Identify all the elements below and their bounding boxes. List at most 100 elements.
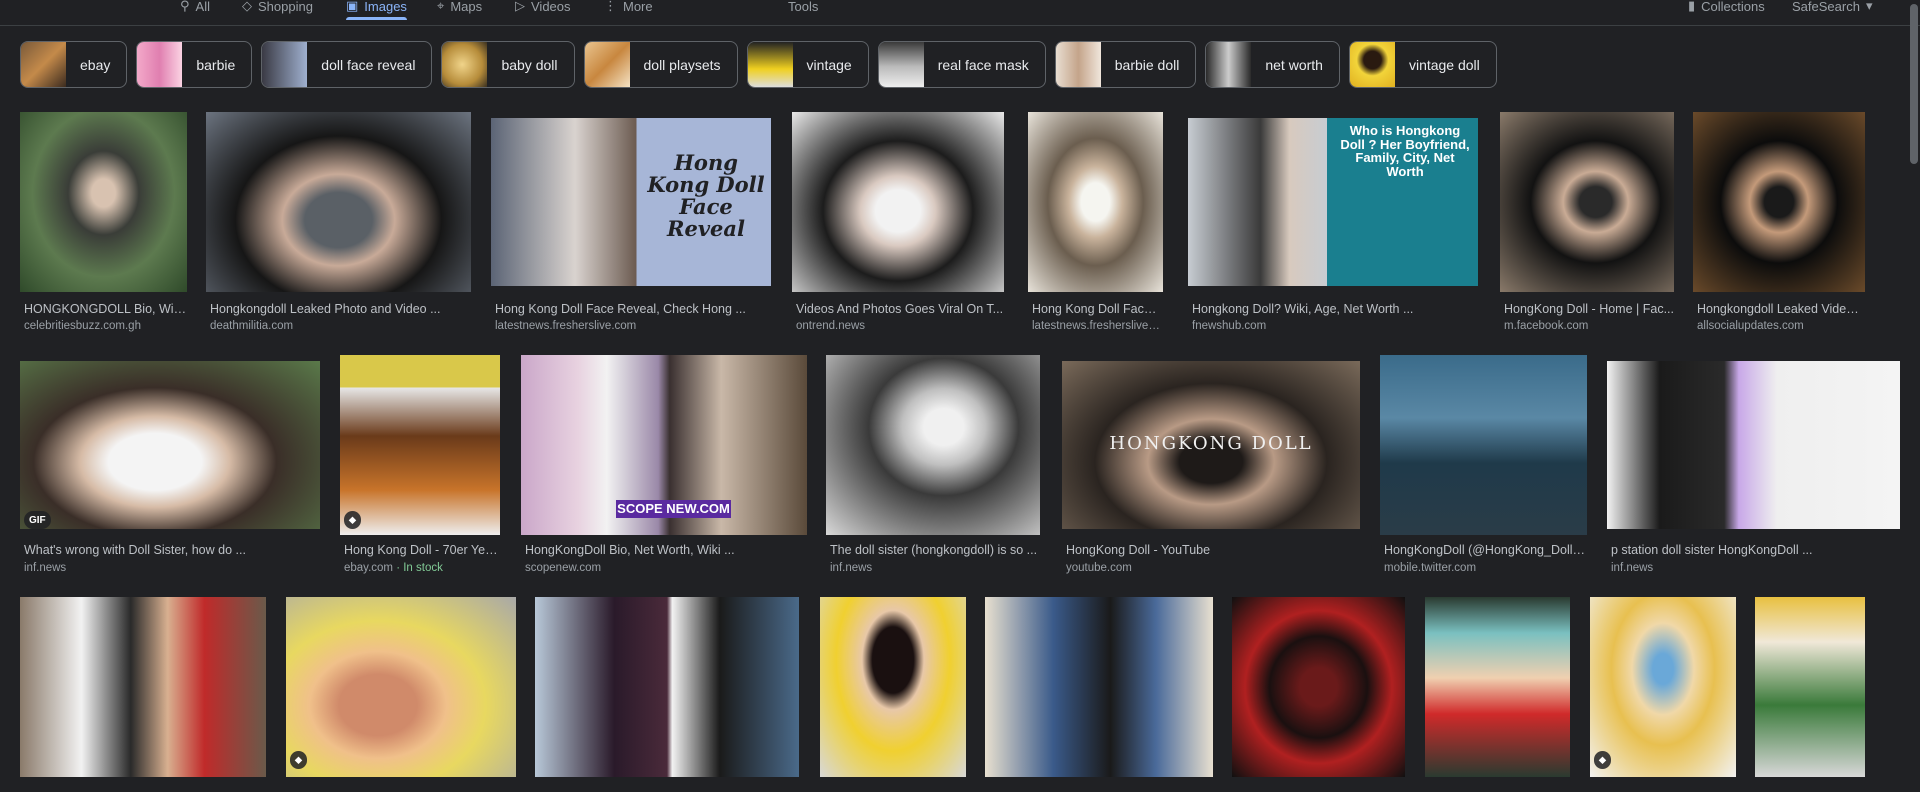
result-title: Hongkongdoll Leaked Photo and Video ... (210, 302, 441, 316)
result-thumbnail (1500, 112, 1674, 292)
chip-vintage[interactable]: vintage (746, 41, 869, 88)
result-title: Hong Kong Doll Face Reveal, Check Hong .… (495, 302, 746, 316)
tab-maps[interactable]: ⌖ Maps (437, 0, 482, 17)
chip-label: barbie doll (1114, 56, 1180, 73)
tab-videos[interactable]: ▷ Videos (515, 0, 571, 17)
result-thumbnail (985, 597, 1213, 777)
tag-icon: ⬥ (295, 754, 302, 766)
result-source: celebritiesbuzz.com.gh (24, 320, 141, 332)
chip-label: baby doll (501, 56, 558, 73)
chip-barbie-doll[interactable]: barbie doll (1054, 41, 1197, 88)
chip-label: vintage doll (1408, 56, 1480, 73)
scrollbar-thumb[interactable] (1910, 4, 1918, 164)
search-icon: ⚲ (180, 0, 190, 13)
result-thumbnail (340, 355, 500, 535)
tools-button[interactable]: Tools (788, 0, 818, 17)
collections-label: Collections (1701, 0, 1765, 14)
chip-real-face-mask[interactable]: real face mask (877, 41, 1046, 88)
result-title: Hongkongdoll Leaked Video Leave... (1697, 302, 1865, 316)
gif-badge: GIF (24, 511, 51, 529)
result-thumbnail (1425, 597, 1570, 777)
bookmark-icon: ▮ (1688, 0, 1696, 13)
play-icon: ▷ (515, 0, 525, 13)
in-stock-label: · In stock (393, 562, 443, 574)
chip-thumbnail (137, 42, 183, 87)
result-source: inf.news (24, 562, 67, 574)
chip-label: ebay (80, 56, 111, 73)
chip-label: real face mask (937, 56, 1029, 73)
thumbnail-overlay-text: Who is Hongkong Doll ? Her Boyfriend, Fa… (1340, 123, 1470, 179)
result-thumbnail (206, 112, 471, 292)
tab-videos-label: Videos (531, 0, 571, 14)
tab-more[interactable]: ⋮ More (604, 0, 653, 17)
chip-net-worth[interactable]: net worth (1205, 41, 1340, 88)
result-title: What's wrong with Doll Sister, how do ..… (24, 543, 246, 557)
map-pin-icon: ⌖ (437, 0, 445, 13)
result-thumbnail (535, 597, 799, 777)
result-thumbnail (20, 112, 187, 292)
result-source: deathmilitia.com (210, 320, 294, 332)
chip-label: barbie (196, 56, 236, 73)
chip-thumbnail (1055, 42, 1101, 87)
tag-icon: ⬥ (1599, 754, 1606, 766)
result-source: latestnews.fresherslive.c... (1032, 320, 1163, 332)
chip-thumbnail (747, 42, 793, 87)
tab-images[interactable]: ▣ Images (346, 0, 407, 20)
result-title: HONGKONGDOLL Bio, Wiki,... (24, 302, 187, 316)
result-source: inf.news (1611, 562, 1654, 574)
chip-doll-playsets[interactable]: doll playsets (583, 41, 738, 88)
tag-icon: ◇ (242, 0, 252, 13)
result-source-domain: ebay.com (344, 562, 394, 574)
chip-barbie[interactable]: barbie (136, 41, 253, 88)
search-tabs-bar: ⚲ All ◇ Shopping ▣ Images ⌖ Maps ▷ Video… (0, 0, 1920, 26)
tab-images-label: Images (364, 0, 407, 14)
chip-thumbnail (442, 42, 488, 87)
result-thumbnail (286, 597, 516, 777)
result-thumbnail (826, 355, 1040, 535)
chip-label: doll playsets (643, 56, 721, 73)
tools-label: Tools (788, 0, 819, 14)
thumbnail-overlay-text: HONGKONG DOLL (1109, 433, 1313, 454)
price-tag-badge: ⬥ (344, 511, 361, 529)
chip-vintage-doll[interactable]: vintage doll (1348, 41, 1497, 88)
chip-thumbnail (262, 42, 308, 87)
tab-shopping[interactable]: ◇ Shopping (242, 0, 313, 17)
result-thumbnail (20, 361, 320, 529)
result-title: HongKongDoll Bio, Net Worth, Wiki ... (525, 543, 735, 557)
chip-thumbnail (584, 42, 630, 87)
chip-thumbnail (21, 42, 66, 87)
active-tab-indicator (346, 17, 407, 20)
thumbnail-overlay-text: SCOPE NEW.COM (616, 500, 731, 518)
collections-button[interactable]: ▮ Collections (1688, 0, 1765, 17)
tab-all[interactable]: ⚲ All (180, 0, 210, 17)
result-source: scopenew.com (525, 562, 602, 574)
result-source: inf.news (830, 562, 873, 574)
result-thumbnail (1028, 112, 1163, 292)
chip-ebay[interactable]: ebay (20, 41, 128, 88)
result-thumbnail (820, 597, 966, 777)
result-thumbnail (1755, 597, 1865, 777)
result-source: allsocialupdates.com (1697, 320, 1804, 332)
image-icon: ▣ (346, 0, 359, 13)
result-thumbnail (1693, 112, 1865, 292)
tab-maps-label: Maps (450, 0, 483, 14)
result-source: ebay.com · In stock (344, 562, 500, 574)
result-source: mobile.twitter.com (1384, 562, 1477, 574)
safesearch-button[interactable]: SafeSearch ▾ (1792, 0, 1872, 17)
result-title: Hongkong Doll? Wiki, Age, Net Worth ... (1192, 302, 1414, 316)
chip-doll-face-reveal[interactable]: doll face reveal (261, 41, 433, 88)
result-title: Videos And Photos Goes Viral On T... (796, 302, 1004, 316)
chip-label: vintage (806, 56, 852, 73)
result-title: p station doll sister HongKongDoll ... (1611, 543, 1813, 557)
chip-thumbnail (878, 42, 924, 87)
more-vert-icon: ⋮ (604, 0, 617, 13)
result-source: latestnews.fresherslive.com (495, 320, 637, 332)
thumbnail-overlay-text: Hong Kong Doll Face Reveal (647, 150, 765, 242)
result-title: The doll sister (hongkongdoll) is so ... (830, 543, 1038, 557)
caret-down-icon: ▾ (1865, 0, 1873, 13)
result-title: Hong Kong Doll - 70er Yea... (344, 543, 500, 557)
tag-icon: ⬥ (349, 514, 356, 526)
chip-baby-doll[interactable]: baby doll (441, 41, 575, 88)
result-thumbnail (1232, 597, 1405, 777)
safesearch-label: SafeSearch (1792, 0, 1860, 14)
